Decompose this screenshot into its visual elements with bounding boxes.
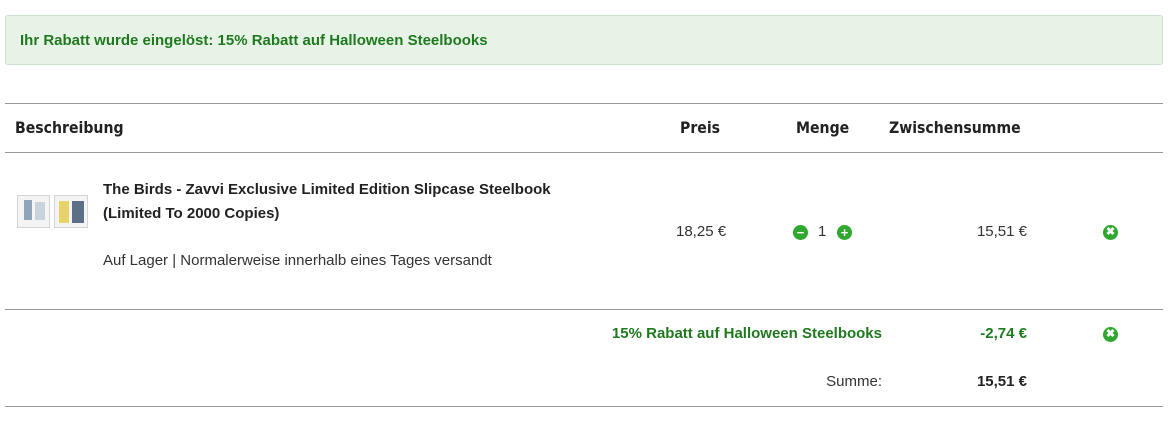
column-header-quantity: Menge [796, 118, 850, 137]
plus-icon: + [840, 225, 849, 240]
total-label: Summe: [826, 373, 882, 390]
table-bottom-divider [5, 406, 1163, 407]
discount-applied-alert: Ihr Rabatt wurde eingelöst: 15% Rabatt a… [5, 15, 1163, 65]
column-header-subtotal: Zwischensumme [889, 118, 1021, 137]
availability-text: Auf Lager | Normalerweise innerhalb eine… [103, 252, 492, 269]
column-header-price: Preis [680, 118, 721, 137]
close-icon: ✖ [1105, 328, 1116, 340]
minus-icon: − [796, 225, 805, 240]
remove-item-button[interactable]: ✖ [1103, 225, 1118, 240]
product-thumbnail-secondary[interactable] [54, 195, 88, 228]
close-icon: ✖ [1105, 226, 1116, 238]
header-divider [5, 152, 1163, 153]
items-divider [5, 309, 1163, 310]
alert-text: Ihr Rabatt wurde eingelöst: 15% Rabatt a… [20, 31, 488, 49]
product-thumbnail[interactable] [17, 195, 50, 228]
discount-value: -2,74 € [980, 325, 1027, 342]
remove-discount-button[interactable]: ✖ [1103, 327, 1118, 342]
table-top-divider [5, 103, 1163, 104]
quantity-value: 1 [818, 223, 827, 240]
item-price: 18,25 € [676, 223, 727, 240]
product-title-link[interactable]: The Birds - Zavvi Exclusive Limited Edit… [103, 178, 603, 226]
decrease-quantity-button[interactable]: − [793, 225, 808, 240]
item-subtotal: 15,51 € [976, 223, 1027, 240]
column-header-description: Beschreibung [15, 118, 124, 137]
discount-label: 15% Rabatt auf Halloween Steelbooks [611, 325, 882, 342]
increase-quantity-button[interactable]: + [837, 225, 852, 240]
total-value: 15,51 € [976, 373, 1027, 390]
